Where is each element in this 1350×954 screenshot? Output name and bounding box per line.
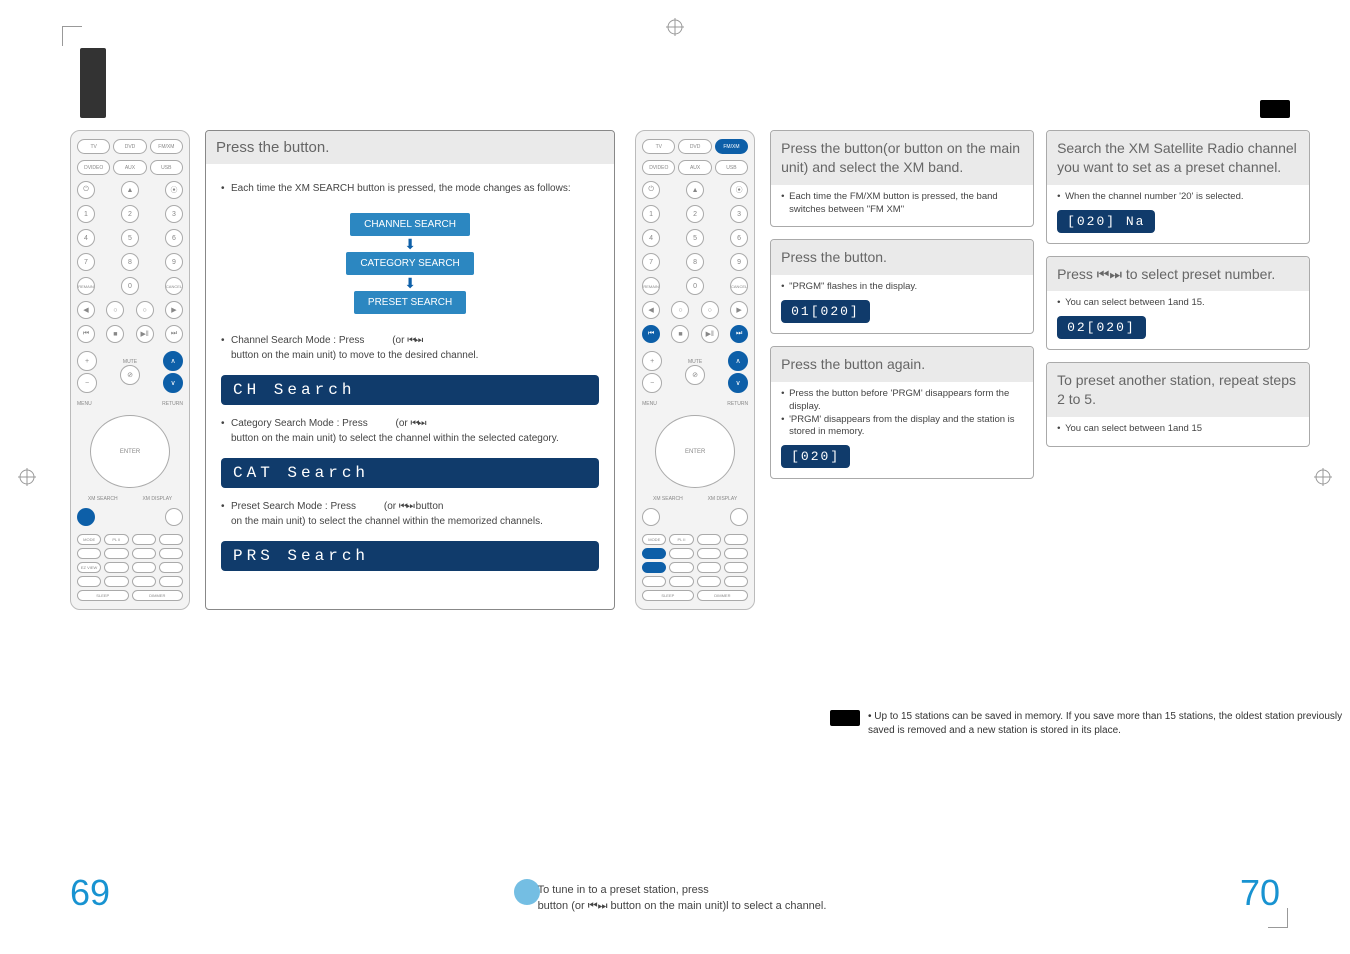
step-note: You can select between 1and 15 — [1057, 423, 1299, 436]
note-icon — [830, 710, 860, 726]
lcd-display: [020] — [781, 445, 850, 468]
step-6: To preset another station, repeat steps … — [1046, 362, 1310, 447]
remote-btn: DVD — [113, 139, 146, 154]
skip-prev-highlight: ⏮ — [642, 325, 660, 343]
fm-xm-highlight: FM/XM — [715, 139, 748, 154]
step-heading: Press the button. — [206, 131, 614, 164]
remote-btn: DVD — [678, 139, 711, 154]
step-note: "PRGM" flashes in the display. — [781, 281, 1023, 294]
remote-btn: TV — [642, 139, 675, 154]
tuning-up-highlight: ∧ — [728, 351, 748, 371]
tuning-up-highlight: ∧ — [163, 351, 183, 371]
remote-btn: DVIDEO — [77, 160, 110, 175]
arrow-down-icon: ⬇ — [404, 279, 416, 287]
channel-search-desc: Channel Search Mode : Press (or ⏮⏭ butto… — [221, 334, 599, 363]
preset-steps: Press the button(or button on the main u… — [770, 130, 1310, 610]
note-text: Up to 15 stations can be saved in memory… — [868, 710, 1350, 738]
step-note: 'PRGM' disappears from the display and t… — [781, 414, 1023, 440]
step-note: When the channel number '20' is selected… — [1057, 191, 1299, 204]
page-spread: TV DVD FM/XM DVIDEO AUX USB ⏻▲⦿ 123 456 … — [0, 0, 1350, 610]
step-note: You can select between 1and 15. — [1057, 297, 1299, 310]
category-search-desc: Category Search Mode : Press (or ⏮⏭ butt… — [221, 417, 599, 446]
lcd-display: PRS Search — [221, 541, 599, 571]
lcd-display: [020] Na — [1057, 210, 1155, 233]
xm-search-highlight — [77, 508, 95, 526]
remote-btn: USB — [150, 160, 183, 175]
tip-bullet-icon — [514, 879, 540, 905]
remote-illustration-right: TV DVD FM/XM DVIDEO AUX USB ⏻▲⦿ 123 456 … — [635, 130, 755, 610]
page-right: TV DVD FM/XM DVIDEO AUX USB ⏻▲⦿ 123 456 … — [635, 130, 1310, 610]
footer-tip: To tune in to a preset station, press bu… — [524, 883, 827, 914]
skip-icon: ⏮⏭ — [411, 418, 425, 429]
remote-btn: TV — [77, 139, 110, 154]
mode-pill: CHANNEL SEARCH — [350, 213, 470, 236]
mode-flow-diagram: CHANNEL SEARCH ⬇ CATEGORY SEARCH ⬇ PRESE… — [221, 213, 599, 315]
step-1: Press the button(or button on the main u… — [770, 130, 1034, 227]
skip-icon: ⏮⏭ — [407, 335, 421, 346]
tuning-down-highlight: ∨ — [728, 373, 748, 393]
step-heading: Press the button(or button on the main u… — [771, 131, 1033, 185]
step-note: Press the button before 'PRGM' disappear… — [781, 388, 1023, 414]
remote-dpad — [90, 415, 170, 488]
step-heading: Press the button. — [771, 240, 1033, 275]
lcd-display: CAT Search — [221, 458, 599, 488]
lcd-display: 01[020] — [781, 300, 870, 323]
step-2: Search the XM Satellite Radio channel yo… — [1046, 130, 1310, 244]
crop-mark — [62, 26, 82, 46]
mode-pill: CATEGORY SEARCH — [346, 252, 473, 275]
arrow-down-icon: ⬇ — [404, 240, 416, 248]
skip-next-highlight: ⏭ — [730, 325, 748, 343]
page-marker — [80, 48, 106, 118]
step-heading: Press ⏮⏭ to select preset number. — [1047, 257, 1309, 292]
page-marker — [1260, 100, 1290, 118]
registration-mark-left — [18, 468, 36, 486]
step-note: Each time the FM/XM button is pressed, t… — [781, 191, 1023, 217]
note-box: Up to 15 stations can be saved in memory… — [830, 710, 1350, 738]
page-number-right: 70 — [1240, 872, 1280, 914]
registration-mark-right — [1314, 468, 1332, 486]
step-heading: To preset another station, repeat steps … — [1047, 363, 1309, 417]
step-heading: Search the XM Satellite Radio channel yo… — [1047, 131, 1309, 185]
remote-illustration-left: TV DVD FM/XM DVIDEO AUX USB ⏻▲⦿ 123 456 … — [70, 130, 190, 610]
step-4: Press ⏮⏭ to select preset number. You ca… — [1046, 256, 1310, 351]
page-number-left: 69 — [70, 872, 110, 914]
tuner-memory-highlight — [642, 548, 666, 559]
lcd-display: CH Search — [221, 375, 599, 405]
mode-pill: PRESET SEARCH — [354, 291, 466, 314]
remote-btn: DVIDEO — [642, 160, 675, 175]
page-left: TV DVD FM/XM DVIDEO AUX USB ⏻▲⦿ 123 456 … — [70, 130, 615, 610]
remote-btn: AUX — [678, 160, 711, 175]
remote-btn: FM/XM — [150, 139, 183, 154]
preset-search-desc: Preset Search Mode : Press (or ⏮⏭ button… — [221, 500, 599, 529]
highlight — [642, 562, 666, 573]
registration-mark-top — [666, 18, 684, 36]
mode-cycle-note: Each time the XM SEARCH button is presse… — [221, 182, 599, 197]
xm-search-mode-box: Press the button. Each time the XM SEARC… — [205, 130, 615, 610]
remote-dpad — [655, 415, 735, 488]
footer: 69 To tune in to a preset station, press… — [0, 872, 1350, 914]
tuning-down-highlight: ∨ — [163, 373, 183, 393]
step-5: Press the button again. Press the button… — [770, 346, 1034, 479]
remote-btn: AUX — [113, 160, 146, 175]
lcd-display: 02[020] — [1057, 316, 1146, 339]
skip-icon: ⏮⏭ — [399, 501, 413, 512]
step-heading: Press the button again. — [771, 347, 1033, 382]
remote-btn: USB — [715, 160, 748, 175]
step-3: Press the button. "PRGM" flashes in the … — [770, 239, 1034, 334]
